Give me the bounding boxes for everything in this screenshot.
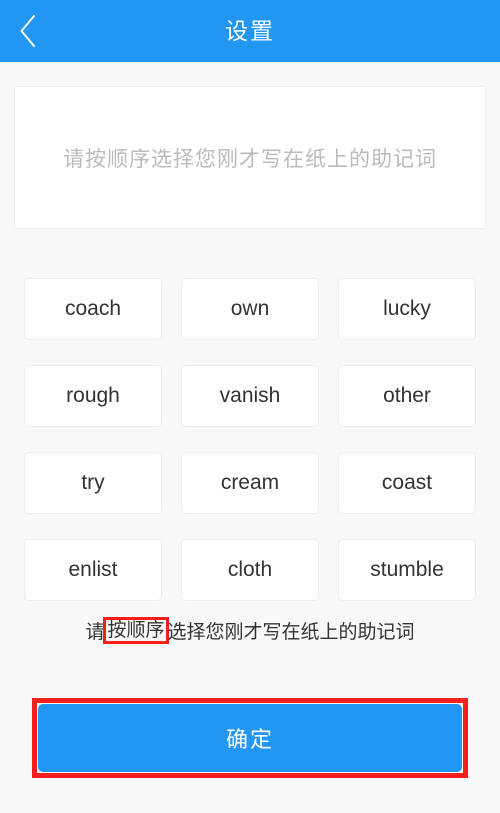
word-tile[interactable]: vanish: [181, 365, 319, 427]
word-tile[interactable]: cream: [181, 452, 319, 514]
word-tile[interactable]: try: [24, 452, 162, 514]
confirm-button-label: 确定: [225, 727, 274, 752]
word-tile[interactable]: other: [338, 365, 476, 427]
word-tile-label: coast: [381, 471, 433, 494]
word-tile[interactable]: stumble: [338, 539, 476, 601]
word-tile[interactable]: cloth: [181, 539, 319, 601]
mnemonic-word-grid: coach own lucky rough vanish other try c…: [24, 278, 476, 601]
word-tile-label: try: [81, 471, 105, 494]
word-tile-label: stumble: [370, 558, 444, 581]
word-tile[interactable]: lucky: [338, 278, 476, 340]
order-hint-suffix: 选择您刚才写在纸上的助记词: [167, 622, 415, 643]
order-hint: 请按顺序 选择您刚才写在纸上的助记词: [0, 617, 500, 644]
word-tile-label: enlist: [68, 558, 118, 581]
mnemonic-input[interactable]: 请按顺序选择您刚才写在纸上的助记词: [14, 86, 486, 229]
page-title: 设置: [225, 18, 275, 44]
word-tile-label: rough: [66, 384, 120, 407]
word-tile[interactable]: enlist: [24, 539, 162, 601]
word-tile[interactable]: coast: [338, 452, 476, 514]
word-tile-label: cream: [220, 471, 280, 494]
back-button[interactable]: [0, 0, 56, 62]
chevron-left-icon: [18, 14, 38, 48]
word-tile-label: other: [383, 384, 431, 407]
word-tile[interactable]: coach: [24, 278, 162, 340]
word-tile[interactable]: rough: [24, 365, 162, 427]
order-hint-highlight: 按顺序: [103, 617, 169, 644]
word-tile-label: vanish: [219, 384, 281, 407]
mnemonic-input-placeholder: 请按顺序选择您刚才写在纸上的助记词: [63, 147, 437, 171]
app-header: 设置: [0, 0, 500, 62]
order-hint-prefix: 请: [85, 622, 105, 643]
word-tile[interactable]: own: [181, 278, 319, 340]
word-tile-label: own: [230, 297, 270, 320]
word-tile-label: coach: [64, 297, 122, 320]
word-tile-label: lucky: [383, 297, 431, 320]
word-tile-label: cloth: [227, 558, 273, 581]
confirm-button[interactable]: 确定: [38, 704, 462, 772]
